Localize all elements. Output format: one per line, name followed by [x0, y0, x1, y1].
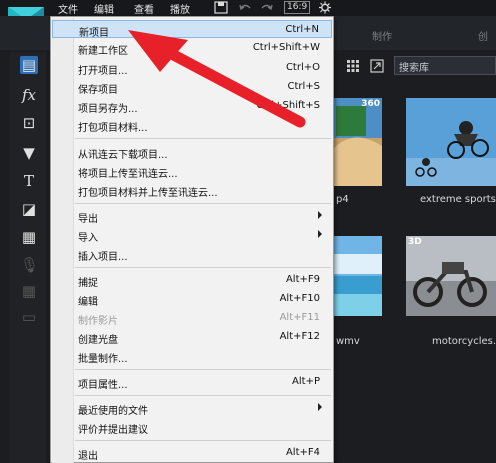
menu-item-label: 批量制作...	[78, 354, 128, 365]
menu-item-shortcut: Alt+F11	[279, 312, 320, 323]
menu-item-label: 从讯连云下载项目...	[78, 150, 168, 161]
thumb-beach[interactable]	[334, 236, 382, 316]
submenu-arrow-icon	[318, 211, 322, 219]
left-tool-panel: ▤ fx ⊡ ▼ T ◪ ▦ 🎙 ▦ ▭	[10, 52, 46, 463]
chapter-room-icon[interactable]: ▦	[20, 282, 38, 300]
menu-play[interactable]: 播放	[170, 1, 190, 16]
badge-3d: 3D	[408, 237, 422, 247]
menu-item-label: 评价并提出建议	[78, 425, 148, 436]
menu-separator	[75, 440, 331, 441]
menu-item-label: 项目另存为...	[78, 104, 138, 115]
menu-item-label: 新建工作区	[78, 46, 128, 57]
menu-item-label: 导入	[78, 233, 98, 244]
menu-edit[interactable]: 编辑	[94, 1, 114, 16]
menu-item-project-properties[interactable]: 项目属性... Alt+P	[52, 373, 332, 391]
menu-item-shortcut: Alt+P	[292, 376, 320, 387]
menu-item-produce-video: 制作影片 Alt+F11	[52, 309, 332, 327]
menu-separator	[75, 395, 331, 396]
title-room-icon[interactable]: T	[20, 172, 38, 190]
submenu-arrow-icon	[318, 230, 322, 238]
menu-item-pack-upload-cloud[interactable]: 打包项目材料并上传至讯连云...	[52, 181, 332, 199]
menu-item-shortcut: Alt+F4	[285, 447, 320, 458]
menu-item-shortcut: Ctrl+Shift+W	[252, 42, 320, 53]
menu-item-shortcut: Alt+F10	[279, 293, 320, 304]
aspect-ratio-select[interactable]: 16:9	[284, 1, 311, 14]
thumb-caption-1: p4	[336, 194, 349, 205]
save-icon[interactable]	[214, 1, 228, 14]
menu-item-label: 编辑	[78, 297, 98, 308]
menu-item-label: 保存项目	[78, 85, 118, 96]
menu-item-label: 插入项目...	[78, 252, 128, 263]
menu-item-label: 打开项目...	[78, 66, 128, 77]
menu-item-label: 导出	[78, 214, 98, 225]
menu-item-create-disc[interactable]: 创建光盘 Alt+F12	[52, 328, 332, 346]
voice-over-icon[interactable]: 🎙	[20, 256, 39, 274]
thumb-extreme-sports[interactable]	[406, 98, 496, 186]
fx-room-icon[interactable]: fx	[20, 86, 38, 104]
menu-separator	[75, 267, 331, 268]
menu-item-shortcut: Ctrl+S	[287, 81, 320, 92]
menu-separator	[75, 203, 331, 204]
menu-item-shortcut: Alt+F12	[279, 331, 320, 342]
pip-room-icon[interactable]: ⊡	[20, 114, 38, 132]
redo-icon[interactable]	[260, 1, 274, 14]
expand-icon[interactable]	[370, 59, 384, 73]
menu-item-label: 项目属性...	[78, 380, 128, 391]
menu-item-capture[interactable]: 捕捉 Alt+F9	[52, 271, 332, 289]
menu-item-label: 捕捉	[78, 278, 98, 289]
menu-item-pack-materials[interactable]: 打包项目材料...	[52, 116, 332, 134]
menu-item-open-project[interactable]: 打开项目... Ctrl+O	[52, 59, 332, 77]
search-library-input[interactable]: 搜索库	[394, 56, 496, 75]
menu-item-shortcut: Alt+F9	[285, 274, 320, 285]
menu-item-label: 打包项目材料...	[78, 123, 148, 134]
badge-360: 360	[361, 99, 380, 109]
menu-separator	[75, 369, 331, 370]
menu-view[interactable]: 查看	[134, 1, 154, 16]
menu-item-feedback[interactable]: 评价并提出建议	[52, 418, 332, 436]
tab-create-disc[interactable]: 创	[478, 28, 488, 43]
menu-item-new-workspace[interactable]: 新建工作区 Ctrl+Shift+W	[52, 39, 332, 57]
menu-item-import[interactable]: 导入	[52, 226, 332, 244]
menu-item-save-project[interactable]: 保存项目 Ctrl+S	[52, 78, 332, 96]
particle-room-icon[interactable]: ▼	[20, 144, 38, 162]
thumb-motorcycles[interactable]: 3D	[406, 236, 496, 316]
menu-bar: 文件 编辑 查看 播放 16:9	[0, 0, 496, 16]
thumb-caption-2: extreme sports	[420, 194, 496, 205]
thumb-sports-360[interactable]: 360	[334, 98, 382, 186]
undo-icon[interactable]	[238, 1, 252, 14]
menu-item-exit[interactable]: 退出 Alt+F4	[52, 444, 332, 462]
menu-item-new-project[interactable]: 新项目 Ctrl+N	[52, 20, 332, 39]
menu-item-upload-cloud[interactable]: 将项目上传至讯连云...	[52, 162, 332, 180]
submenu-arrow-icon	[318, 403, 322, 411]
menu-item-label: 最近使用的文件	[78, 406, 148, 417]
transition-room-icon[interactable]: ◪	[20, 200, 38, 218]
menu-item-label: 新项目	[79, 28, 109, 39]
menu-file[interactable]: 文件	[58, 1, 78, 16]
menu-item-shortcut: Ctrl+Shift+S	[256, 100, 320, 111]
menu-item-save-as[interactable]: 项目另存为... Ctrl+Shift+S	[52, 97, 332, 115]
thumb-caption-4: motorcycles.	[432, 336, 496, 347]
menu-item-download-cloud[interactable]: 从讯连云下载项目...	[52, 143, 332, 161]
file-menu-dropdown: 新项目 Ctrl+N 新建工作区 Ctrl+Shift+W 打开项目... Ctrl+…	[50, 16, 334, 463]
menu-item-edit[interactable]: 编辑 Alt+F10	[52, 290, 332, 308]
menu-item-batch-produce[interactable]: 批量制作...	[52, 347, 332, 365]
menu-item-shortcut: Ctrl+O	[285, 62, 320, 73]
menu-item-export[interactable]: 导出	[52, 207, 332, 225]
audio-mixing-icon[interactable]: ▦	[20, 228, 38, 246]
media-room-icon[interactable]: ▤	[20, 56, 38, 74]
menu-item-label: 制作影片	[78, 316, 118, 327]
settings-gear-icon[interactable]	[318, 1, 332, 14]
menu-item-label: 退出	[78, 451, 98, 462]
menu-separator	[75, 138, 331, 139]
subtitle-room-icon[interactable]: ▭	[20, 308, 38, 326]
grid-view-icon[interactable]	[346, 59, 360, 73]
menu-item-shortcut: Ctrl+N	[285, 24, 319, 35]
menu-item-label: 打包项目材料并上传至讯连云...	[78, 188, 218, 199]
tab-produce[interactable]: 制作	[372, 28, 392, 43]
menu-item-insert-project[interactable]: 插入项目...	[52, 245, 332, 263]
thumb-caption-3: wmv	[336, 336, 360, 347]
menu-item-label: 将项目上传至讯连云...	[78, 169, 178, 180]
menu-item-recent-files[interactable]: 最近使用的文件	[52, 399, 332, 417]
menu-item-label: 创建光盘	[78, 335, 118, 346]
